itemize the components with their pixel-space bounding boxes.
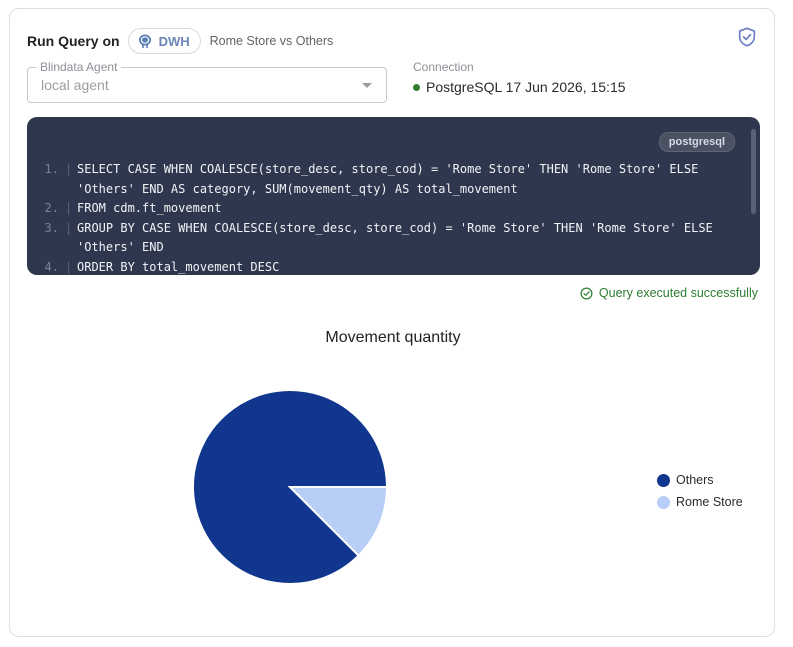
code-line: 1. | SELECT CASE WHEN COALESCE(store_desc,… xyxy=(27,160,720,199)
chevron-down-icon xyxy=(362,83,372,88)
code-line: 4. | ORDER BY total_movement DESC xyxy=(27,258,720,276)
legend-label: Others xyxy=(676,473,714,487)
legend-swatch xyxy=(657,495,670,509)
check-circle-icon xyxy=(580,287,593,299)
line-number: 3. xyxy=(44,220,59,235)
agent-select-label: Blindata Agent xyxy=(36,60,122,74)
code-line: 2. | FROM cdm.ft_movement xyxy=(27,199,720,219)
line-number: 4. xyxy=(44,259,59,274)
agent-select-value: local agent xyxy=(41,77,109,93)
legend-swatch xyxy=(657,473,670,487)
line-number: 2. xyxy=(44,201,59,215)
code-lines: 1. | SELECT CASE WHEN COALESCE(store_desc,… xyxy=(27,160,720,275)
legend-label: Rome Store xyxy=(676,495,743,509)
line-gutter: | xyxy=(65,162,73,176)
datasource-chip[interactable]: DWH xyxy=(127,28,201,54)
connection-value: PostgreSQL 17 Jun 2026, 15:15 xyxy=(426,79,626,95)
run-query-label: Run Query on xyxy=(27,33,120,49)
code-scrollbar[interactable] xyxy=(751,129,756,214)
shield-check-icon[interactable] xyxy=(736,26,758,48)
line-gutter: | xyxy=(65,201,73,215)
postgres-elephant-icon xyxy=(138,34,151,48)
legend-item[interactable]: Others xyxy=(657,469,743,491)
chart-legend: Others Rome Store xyxy=(657,469,743,513)
code-text: FROM cdm.ft_movement xyxy=(77,201,222,215)
query-status-text: Query executed successfully xyxy=(598,286,758,300)
agent-select[interactable]: Blindata Agent local agent xyxy=(27,60,387,103)
legend-item[interactable]: Rome Store xyxy=(657,491,743,513)
status-dot-icon xyxy=(413,83,420,91)
query-status: Query executed successfully xyxy=(580,286,758,300)
connection-label: Connection xyxy=(413,60,474,74)
code-text: GROUP BY CASE WHEN COALESCE(store_desc, … xyxy=(77,220,713,255)
query-subtitle: Rome Store vs Others xyxy=(209,34,334,48)
sql-code-block: postgresql 1. | SELECT CASE WHEN COALESCE(… xyxy=(27,117,760,275)
line-gutter: | xyxy=(65,259,73,274)
code-text: SELECT CASE WHEN COALESCE(store_desc, st… xyxy=(77,162,699,196)
line-number: 1. xyxy=(44,162,59,176)
language-badge: postgresql xyxy=(658,132,735,152)
query-card: Run Query on DWH Rome Store vs Others Bl… xyxy=(9,8,775,637)
query-header: Run Query on DWH Rome Store vs Others xyxy=(27,27,333,55)
pie-chart xyxy=(192,389,389,585)
datasource-name: DWH xyxy=(158,33,190,49)
line-gutter: | xyxy=(65,220,73,235)
chart-title: Movement quantity xyxy=(325,329,461,346)
connection-status: PostgreSQL 17 Jun 2026, 15:15 xyxy=(413,79,626,95)
code-text: ORDER BY total_movement DESC xyxy=(77,259,280,274)
code-line: 3. | GROUP BY CASE WHEN COALESCE(store_des… xyxy=(27,219,720,258)
